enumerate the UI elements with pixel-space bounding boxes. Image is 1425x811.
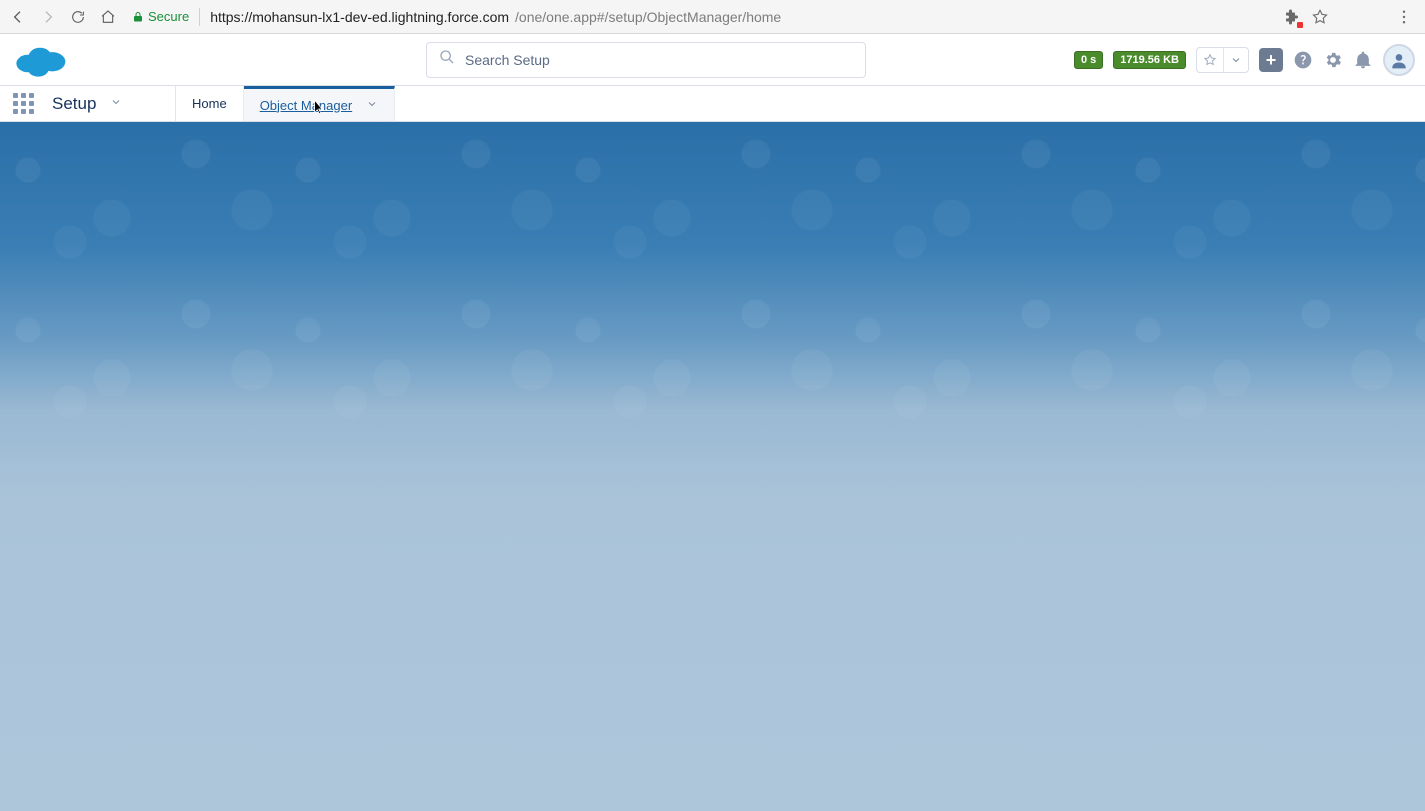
browser-address-bar: Secure https://mohansun-lx1-dev-ed.light… [0, 0, 1425, 34]
app-tab-bar: Setup Home Object Manager [0, 86, 1425, 122]
address-field[interactable]: Secure https://mohansun-lx1-dev-ed.light… [132, 8, 781, 26]
app-launcher-icon[interactable] [0, 86, 46, 121]
perf-memory-badge: 1719.56 KB [1113, 51, 1186, 69]
app-name: Setup [52, 94, 96, 114]
perf-timer-badge: 0 s [1074, 51, 1103, 69]
extension-icon[interactable] [1283, 8, 1301, 26]
url-host: https://mohansun-lx1-dev-ed.lightning.fo… [210, 9, 509, 25]
extension-gray-icon[interactable] [1339, 8, 1357, 26]
global-search[interactable] [426, 42, 866, 78]
search-icon [439, 49, 455, 70]
search-input[interactable] [465, 52, 853, 68]
lock-icon: Secure [132, 9, 189, 24]
app-switcher-chevron-icon[interactable] [110, 95, 122, 113]
salesforce-logo-icon[interactable] [12, 40, 68, 80]
back-button[interactable] [6, 5, 30, 29]
reload-button[interactable] [66, 5, 90, 29]
notifications-bell-icon[interactable] [1353, 50, 1373, 70]
tab-object-manager[interactable]: Object Manager [244, 86, 396, 121]
favorite-star-icon[interactable] [1197, 48, 1223, 72]
browser-extensions [1283, 8, 1419, 26]
extension-red-icon[interactable] [1367, 8, 1385, 26]
content-area [0, 122, 1425, 811]
tab-label: Home [192, 96, 227, 111]
bookmark-star-icon[interactable] [1311, 8, 1329, 26]
tab-label: Object Manager [260, 98, 353, 113]
favorite-dropdown-icon[interactable] [1224, 48, 1248, 72]
browser-home-button[interactable] [96, 5, 120, 29]
global-create-button[interactable]: + [1259, 48, 1283, 72]
favorites-control[interactable] [1196, 47, 1249, 73]
waffle-icon [13, 93, 34, 114]
separator [199, 8, 200, 26]
secure-label: Secure [148, 9, 189, 24]
profile-avatar[interactable] [1383, 44, 1415, 76]
forward-button[interactable] [36, 5, 60, 29]
tab-dropdown-chevron-icon[interactable] [366, 98, 378, 113]
sf-global-header: 0 s 1719.56 KB + [0, 34, 1425, 86]
help-icon[interactable] [1293, 50, 1313, 70]
setup-gear-icon[interactable] [1323, 50, 1343, 70]
browser-menu-icon[interactable] [1395, 8, 1413, 26]
tab-home[interactable]: Home [176, 86, 244, 121]
url-path: /one/one.app#/setup/ObjectManager/home [515, 9, 781, 25]
